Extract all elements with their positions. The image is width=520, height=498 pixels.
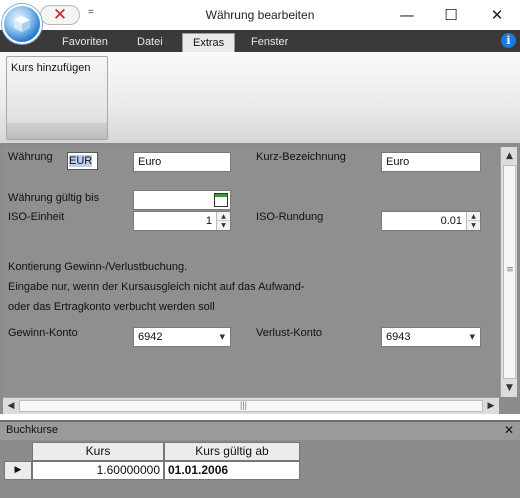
currency-code-field[interactable]: EUR xyxy=(67,152,98,170)
rate-cell[interactable]: 1.60000000 xyxy=(32,461,164,480)
info-icon[interactable]: i xyxy=(501,33,516,48)
valid-until-field[interactable] xyxy=(133,190,231,210)
spin-up-icon[interactable]: ▲ xyxy=(467,212,480,221)
chevron-down-icon: ▼ xyxy=(469,333,475,341)
profit-account-dropdown[interactable]: 6942 ▼ xyxy=(133,327,231,347)
posting-info-text: Eingabe nur, wenn der Kursausgleich nich… xyxy=(8,281,305,293)
profit-account-value: 6942 xyxy=(138,331,163,343)
tab-fenster[interactable]: Fenster xyxy=(241,33,298,52)
add-rate-label: Kurs hinzufügen xyxy=(11,62,91,74)
ribbon-tab-bar: Favoriten Datei Extras Fenster i xyxy=(0,30,520,52)
app-cube-icon xyxy=(14,16,30,32)
loss-account-label: Verlust-Konto xyxy=(256,327,323,339)
close-button[interactable]: ✕ xyxy=(482,4,512,26)
grip-icon: ||| xyxy=(240,400,248,410)
rates-panel: Buchkurse ✕ Kurs Kurs gültig ab ▶ 1.6000… xyxy=(0,420,520,498)
iso-unit-value: 1 xyxy=(205,215,212,227)
iso-rounding-value: 0.01 xyxy=(440,215,462,227)
iso-unit-spin[interactable]: ▲ ▼ xyxy=(216,212,230,230)
calendar-icon[interactable] xyxy=(214,193,228,207)
tab-extras[interactable]: Extras xyxy=(182,33,236,52)
valid-until-label: Währung gültig bis xyxy=(8,192,100,204)
short-name-field[interactable]: Euro xyxy=(381,152,481,172)
scroll-down-icon[interactable]: ▼ xyxy=(502,380,517,396)
currency-name-field[interactable]: Euro xyxy=(133,152,231,172)
maximize-button[interactable]: ☐ xyxy=(436,4,466,26)
iso-rounding-stepper[interactable]: 0.01 ▲ ▼ xyxy=(381,211,481,231)
currency-label: Währung xyxy=(8,151,53,163)
valid-from-cell[interactable]: 01.01.2006 xyxy=(164,461,300,480)
scroll-up-icon[interactable]: ▲ xyxy=(502,148,517,164)
loss-account-dropdown[interactable]: 6943 ▼ xyxy=(381,327,481,347)
scroll-left-icon[interactable]: ◀ xyxy=(4,399,18,413)
loss-account-value: 6943 xyxy=(386,331,411,343)
minimize-button[interactable]: — xyxy=(392,4,422,26)
rates-panel-header: Buchkurse ✕ xyxy=(0,422,520,440)
ribbon-panel: Kurs hinzufügen xyxy=(0,52,520,144)
title-bar: ✕ = Währung bearbeiten — ☐ ✕ xyxy=(0,0,520,30)
posting-info-text: Kontierung Gewinn-/Verlustbuchung. xyxy=(8,261,188,273)
horizontal-scroll-thumb[interactable]: ||| xyxy=(19,400,483,412)
form-area: Währung EUR Euro Kurz-Bezeichnung Euro W… xyxy=(0,144,520,414)
currency-form: Währung EUR Euro Kurz-Bezeichnung Euro W… xyxy=(3,147,499,397)
app-menu-button[interactable] xyxy=(2,4,42,44)
chevron-down-icon: ▼ xyxy=(219,333,225,341)
short-name-label: Kurz-Bezeichnung xyxy=(256,151,346,163)
rates-panel-title: Buchkurse xyxy=(6,424,58,436)
spin-down-icon[interactable]: ▼ xyxy=(217,221,230,230)
tab-favoriten[interactable]: Favoriten xyxy=(52,33,118,52)
iso-unit-stepper[interactable]: 1 ▲ ▼ xyxy=(133,211,231,231)
posting-info-text: oder das Ertragkonto verbucht werden sol… xyxy=(8,301,215,313)
column-header-rate[interactable]: Kurs xyxy=(32,442,164,461)
vertical-scroll-thumb[interactable]: ≡ xyxy=(503,165,516,379)
grip-icon: ≡ xyxy=(506,265,514,275)
iso-rounding-spin[interactable]: ▲ ▼ xyxy=(466,212,480,230)
scroll-right-icon[interactable]: ▶ xyxy=(484,399,498,413)
row-indicator-icon[interactable]: ▶ xyxy=(4,461,32,480)
iso-unit-label: ISO-Einheit xyxy=(8,211,65,223)
horizontal-scrollbar[interactable]: ◀ ||| ▶ xyxy=(3,397,499,414)
column-header-valid-from[interactable]: Kurs gültig ab xyxy=(164,442,300,461)
currency-code-value: EUR xyxy=(69,155,93,167)
iso-rounding-label: ISO-Rundung xyxy=(256,211,324,223)
spin-down-icon[interactable]: ▼ xyxy=(467,221,480,230)
ribbon-group-footer xyxy=(7,123,107,139)
profit-account-label: Gewinn-Konto xyxy=(8,327,78,339)
vertical-scrollbar[interactable]: ▲ ≡ ▼ xyxy=(500,147,517,397)
tab-datei[interactable]: Datei xyxy=(127,33,173,52)
spin-up-icon[interactable]: ▲ xyxy=(217,212,230,221)
close-icon[interactable]: ✕ xyxy=(504,423,514,437)
add-rate-button[interactable]: Kurs hinzufügen xyxy=(6,56,108,140)
